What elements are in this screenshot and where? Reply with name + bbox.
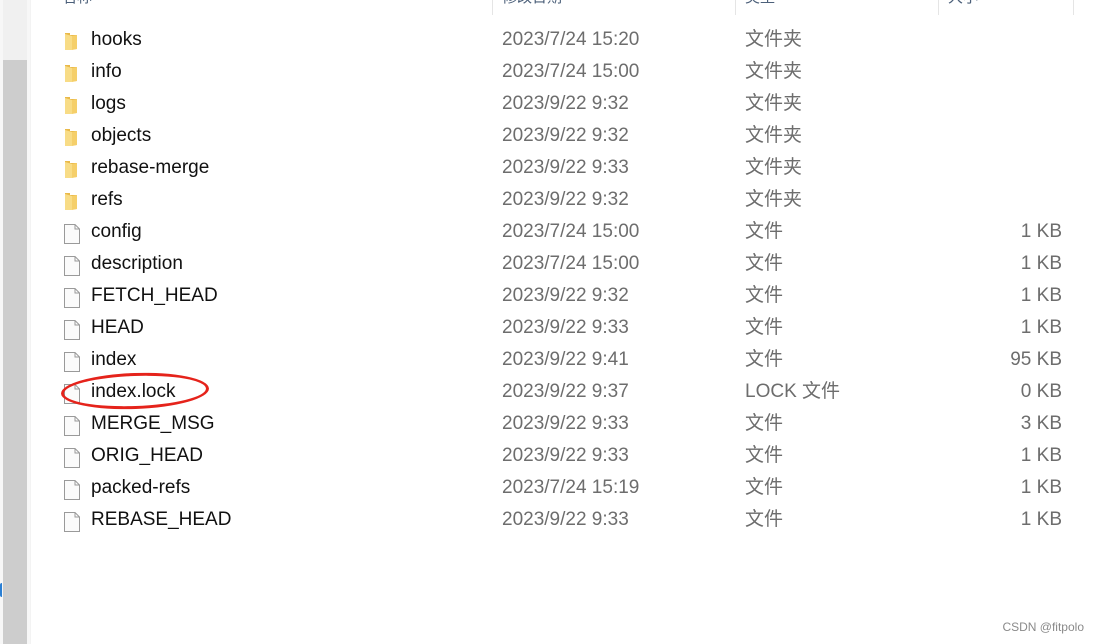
folder-icon bbox=[63, 95, 81, 115]
file-name: objects bbox=[91, 125, 152, 146]
file-list: hooks 2023/7/24 15:20 文件夹 info 2023/7/24 15:… bbox=[0, 24, 1099, 536]
file-type: 文件夹 bbox=[745, 157, 803, 178]
file-date: 2023/9/22 9:33 bbox=[502, 413, 629, 434]
file-size: 0 KB bbox=[1020, 381, 1062, 402]
file-size: 1 KB bbox=[1020, 221, 1062, 242]
file-date: 2023/9/22 9:37 bbox=[502, 381, 629, 402]
file-date: 2023/7/24 15:00 bbox=[502, 61, 640, 82]
file-size: 1 KB bbox=[1020, 509, 1062, 530]
file-size: 1 KB bbox=[1020, 253, 1062, 274]
column-header-size[interactable]: 大小 bbox=[948, 0, 978, 15]
file-row[interactable]: info 2023/7/24 15:00 文件夹 bbox=[0, 56, 1099, 88]
file-icon bbox=[63, 255, 81, 276]
file-size: 1 KB bbox=[1020, 477, 1062, 498]
file-type: 文件夹 bbox=[745, 61, 803, 82]
folder-icon bbox=[63, 127, 81, 147]
file-row[interactable]: index 2023/9/22 9:41 文件 95 KB bbox=[0, 344, 1099, 376]
file-row[interactable]: objects 2023/9/22 9:32 文件夹 bbox=[0, 120, 1099, 152]
file-type: LOCK 文件 bbox=[745, 381, 841, 402]
file-date: 2023/9/22 9:41 bbox=[502, 349, 629, 370]
file-name: REBASE_HEAD bbox=[91, 509, 232, 530]
file-row[interactable]: description 2023/7/24 15:00 文件 1 KB bbox=[0, 248, 1099, 280]
file-name: refs bbox=[91, 189, 123, 210]
column-divider[interactable] bbox=[735, 0, 736, 15]
file-size: 95 KB bbox=[1010, 349, 1062, 370]
file-name: rebase-merge bbox=[91, 157, 210, 178]
file-date: 2023/9/22 9:32 bbox=[502, 93, 629, 114]
file-name: logs bbox=[91, 93, 126, 114]
folder-icon bbox=[63, 63, 81, 83]
file-name: HEAD bbox=[91, 317, 144, 338]
file-row[interactable]: hooks 2023/7/24 15:20 文件夹 bbox=[0, 24, 1099, 56]
file-icon bbox=[63, 287, 81, 308]
file-date: 2023/9/22 9:33 bbox=[502, 509, 629, 530]
folder-icon bbox=[63, 159, 81, 179]
file-name: hooks bbox=[91, 29, 142, 50]
folder-icon bbox=[63, 31, 81, 51]
column-header-row: 名称 修改日期 类型 大小 bbox=[31, 0, 1099, 15]
file-icon bbox=[63, 223, 81, 244]
file-date: 2023/9/22 9:33 bbox=[502, 157, 629, 178]
file-size: 1 KB bbox=[1020, 445, 1062, 466]
file-row[interactable]: config 2023/7/24 15:00 文件 1 KB bbox=[0, 216, 1099, 248]
file-row[interactable]: FETCH_HEAD 2023/9/22 9:32 文件 1 KB bbox=[0, 280, 1099, 312]
file-row[interactable]: ORIG_HEAD 2023/9/22 9:33 文件 1 KB bbox=[0, 440, 1099, 472]
file-type: 文件 bbox=[745, 317, 784, 338]
file-row[interactable]: REBASE_HEAD 2023/9/22 9:33 文件 1 KB bbox=[0, 504, 1099, 536]
folder-icon bbox=[63, 191, 81, 211]
file-name: info bbox=[91, 61, 122, 82]
file-date: 2023/9/22 9:32 bbox=[502, 189, 629, 210]
file-row[interactable]: HEAD 2023/9/22 9:33 文件 1 KB bbox=[0, 312, 1099, 344]
file-type: 文件 bbox=[745, 349, 784, 370]
file-row[interactable]: refs 2023/9/22 9:32 文件夹 bbox=[0, 184, 1099, 216]
file-icon bbox=[63, 511, 81, 532]
file-type: 文件夹 bbox=[745, 125, 803, 146]
file-type: 文件 bbox=[745, 445, 784, 466]
file-date: 2023/7/24 15:00 bbox=[502, 253, 640, 274]
column-header-type[interactable]: 类型 bbox=[745, 0, 775, 15]
file-date: 2023/9/22 9:32 bbox=[502, 125, 629, 146]
file-name: packed-refs bbox=[91, 477, 191, 498]
file-date: 2023/7/24 15:19 bbox=[502, 477, 640, 498]
file-type: 文件 bbox=[745, 285, 784, 306]
file-row[interactable]: logs 2023/9/22 9:32 文件夹 bbox=[0, 88, 1099, 120]
file-row[interactable]: packed-refs 2023/7/24 15:19 文件 1 KB bbox=[0, 472, 1099, 504]
file-name: config bbox=[91, 221, 142, 242]
file-row[interactable]: rebase-merge 2023/9/22 9:33 文件夹 bbox=[0, 152, 1099, 184]
file-type: 文件 bbox=[745, 413, 784, 434]
file-type: 文件夹 bbox=[745, 189, 803, 210]
file-date: 2023/9/22 9:33 bbox=[502, 317, 629, 338]
column-divider[interactable] bbox=[492, 0, 493, 15]
column-divider[interactable] bbox=[1073, 0, 1074, 15]
file-size: 1 KB bbox=[1020, 317, 1062, 338]
column-header-name[interactable]: 名称 bbox=[62, 0, 92, 15]
file-name: FETCH_HEAD bbox=[91, 285, 218, 306]
file-size: 1 KB bbox=[1020, 285, 1062, 306]
file-date: 2023/7/24 15:20 bbox=[502, 29, 640, 50]
column-header-date[interactable]: 修改日期 bbox=[502, 0, 562, 15]
file-icon bbox=[63, 479, 81, 500]
column-divider[interactable] bbox=[938, 0, 939, 15]
file-type: 文件 bbox=[745, 221, 784, 242]
file-date: 2023/7/24 15:00 bbox=[502, 221, 640, 242]
file-name: ORIG_HEAD bbox=[91, 445, 203, 466]
nav-item-icon bbox=[0, 583, 5, 597]
file-size: 3 KB bbox=[1020, 413, 1062, 434]
file-icon bbox=[63, 351, 81, 372]
file-name: index bbox=[91, 349, 137, 370]
file-name: MERGE_MSG bbox=[91, 413, 215, 434]
file-name: description bbox=[91, 253, 183, 274]
file-date: 2023/9/22 9:32 bbox=[502, 285, 629, 306]
file-type: 文件 bbox=[745, 509, 784, 530]
file-type: 文件 bbox=[745, 253, 784, 274]
file-type: 文件 bbox=[745, 477, 784, 498]
file-date: 2023/9/22 9:33 bbox=[502, 445, 629, 466]
file-type: 文件夹 bbox=[745, 29, 803, 50]
file-icon bbox=[63, 447, 81, 468]
file-type: 文件夹 bbox=[745, 93, 803, 114]
watermark: CSDN @fitpolo bbox=[1002, 620, 1084, 634]
file-row[interactable]: MERGE_MSG 2023/9/22 9:33 文件 3 KB bbox=[0, 408, 1099, 440]
file-icon bbox=[63, 415, 81, 436]
file-icon bbox=[63, 319, 81, 340]
